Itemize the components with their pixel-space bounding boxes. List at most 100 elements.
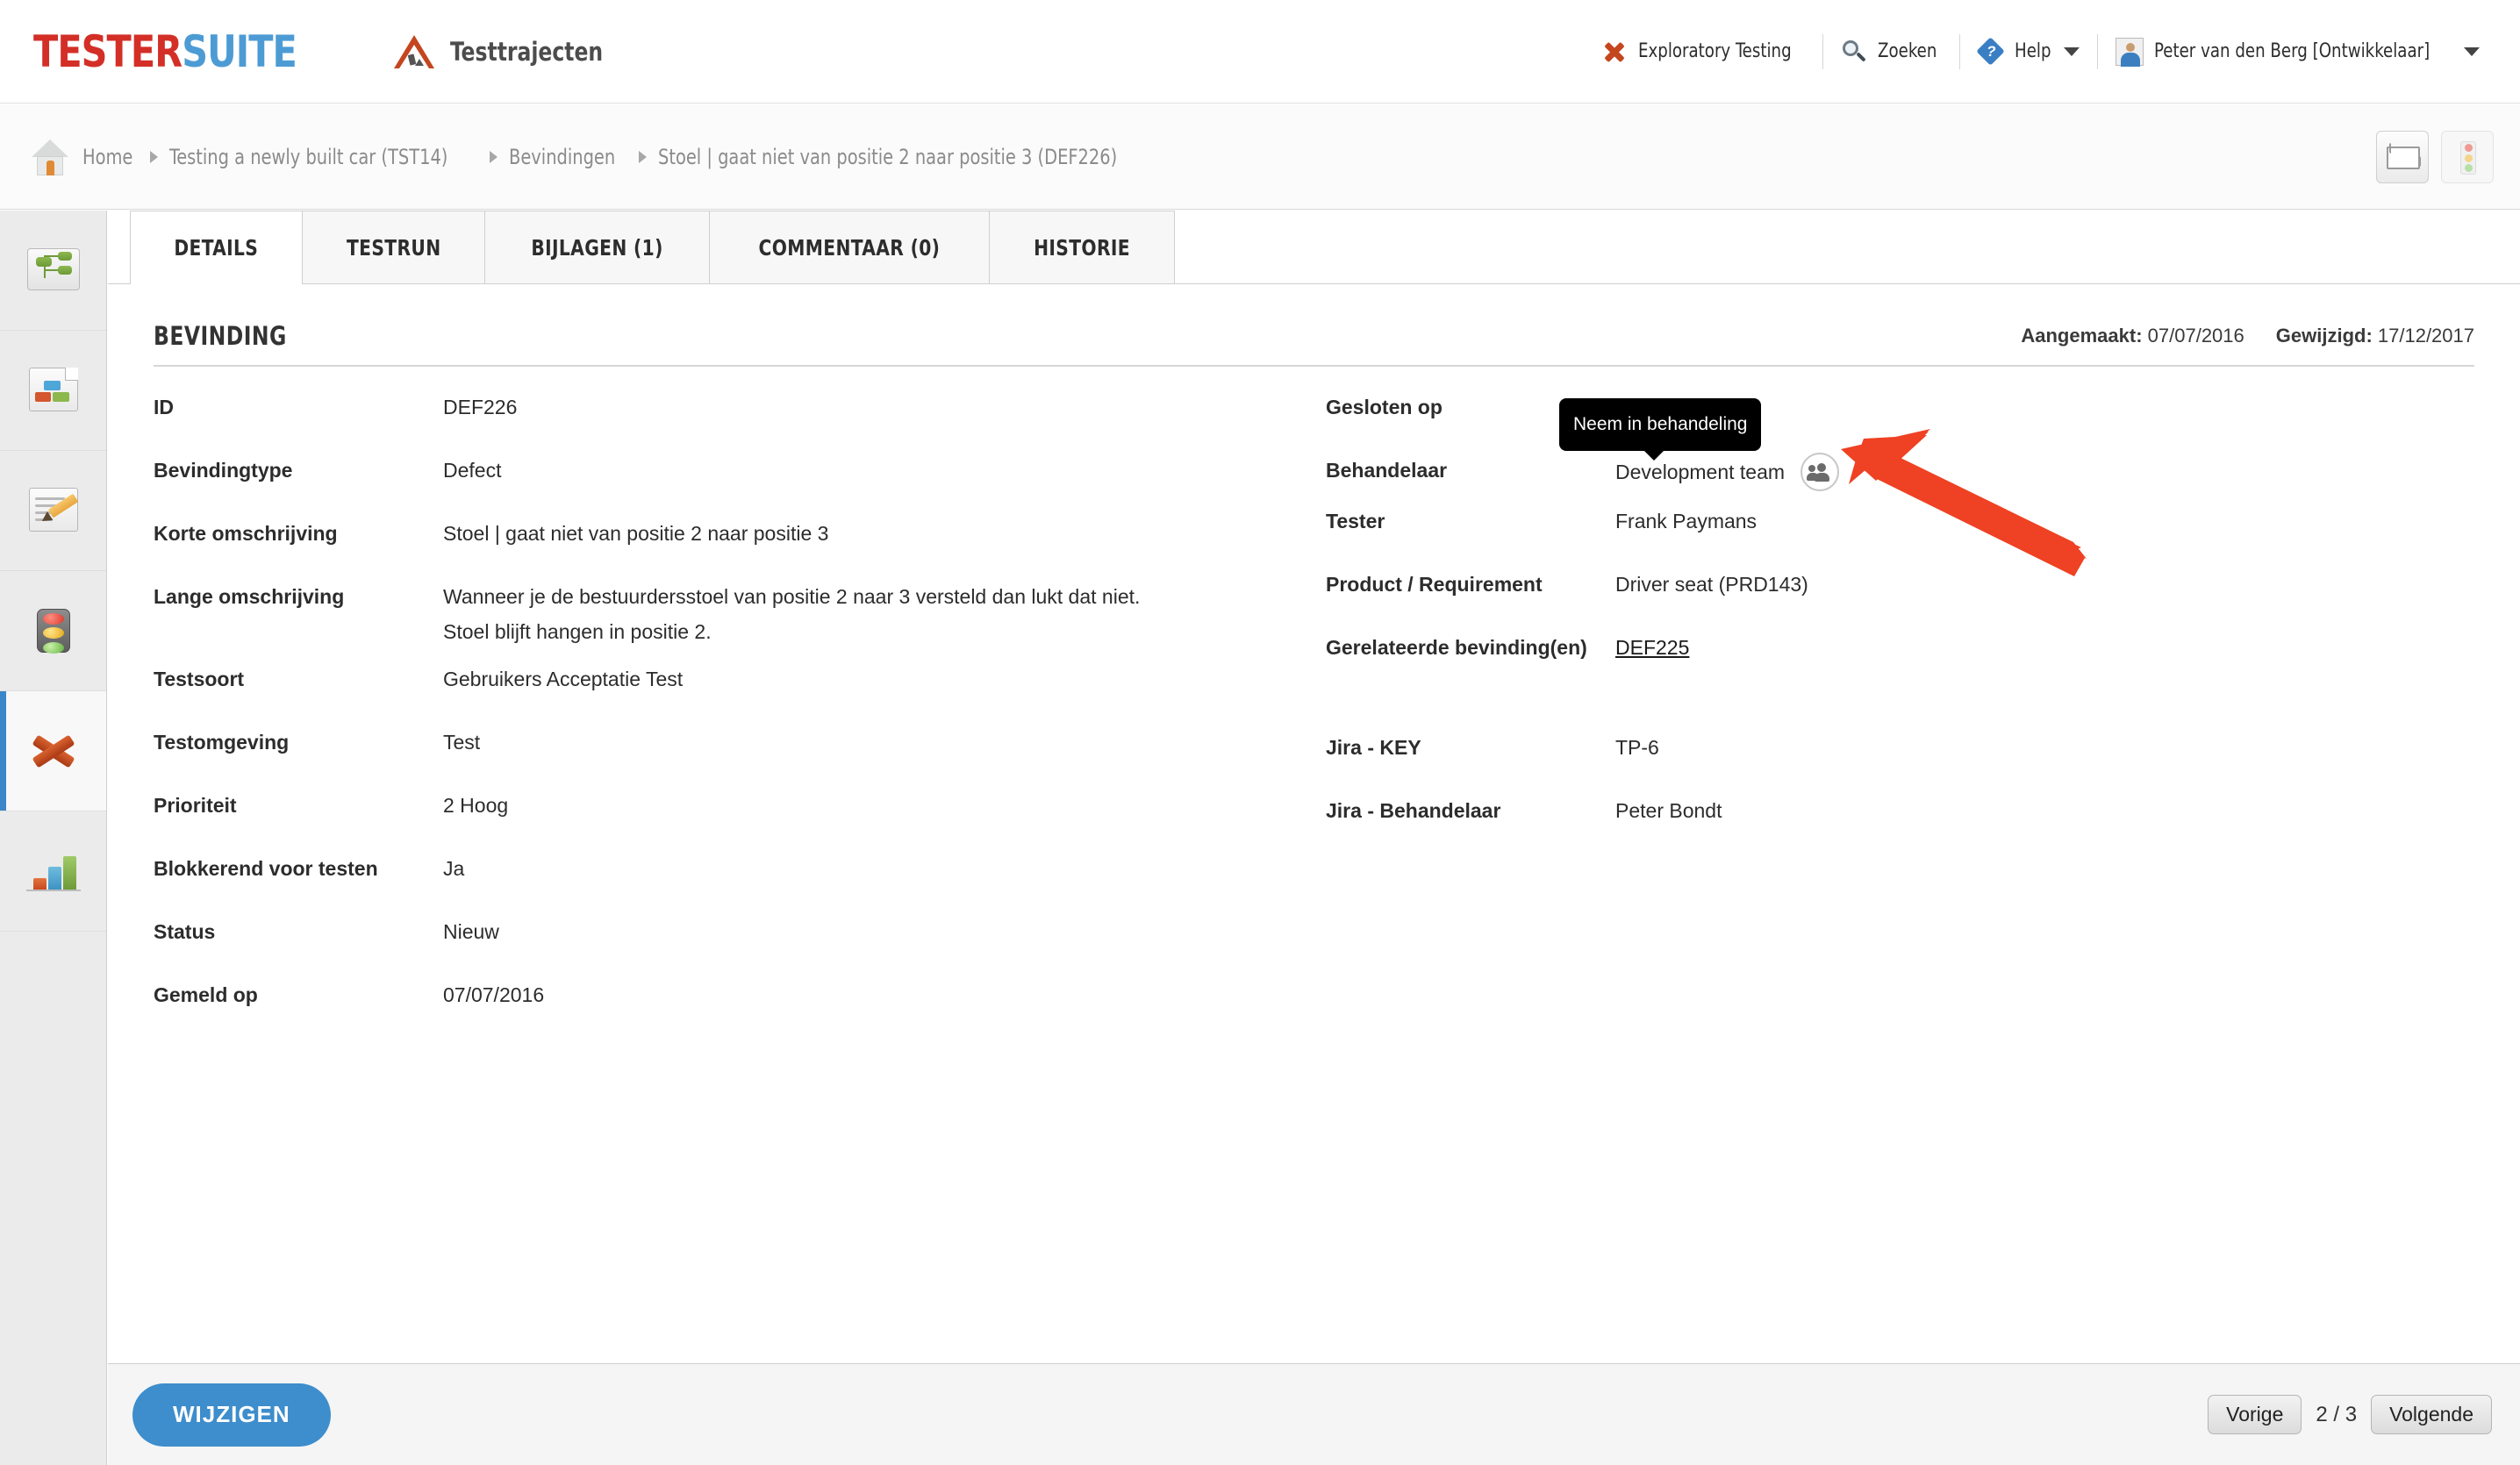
- previous-button[interactable]: Vorige: [2208, 1395, 2302, 1434]
- breadcrumb-separator-icon: [639, 150, 648, 163]
- field-id-value: DEF226: [443, 396, 518, 418]
- bevinding-panel: BEVINDING Aangemaakt: 07/07/2016 Gewijzi…: [108, 284, 2520, 1025]
- field-jira-key-value: TP-6: [1615, 736, 1659, 759]
- field-status-value: Nieuw: [443, 920, 499, 943]
- created-value: 07/07/2016: [2147, 325, 2244, 347]
- created-label: Aangemaakt:: [2021, 325, 2143, 347]
- tab-historie[interactable]: HISTORIE: [988, 211, 1175, 283]
- field-behandelaar-value: Development team: [1615, 461, 1786, 483]
- field-product-requirement-value: Driver seat (PRD143): [1615, 573, 1808, 596]
- detail-column-left: ID DEF226 Bevindingtype Defect Korte oms…: [154, 389, 1310, 1025]
- field-jira-behandelaar-label: Jira - Behandelaar: [1326, 799, 1501, 822]
- field-behandelaar: Behandelaar Development team Neem in beh…: [1326, 398, 2466, 491]
- sidebar-item-testrun[interactable]: [0, 571, 106, 691]
- app-window: TESTERSUITE Testtrajecten Exploratory Te…: [0, 0, 2520, 1465]
- modified-value: 17/12/2017: [2377, 325, 2474, 347]
- sidebar-item-testontwerp[interactable]: [0, 451, 106, 571]
- field-tester-value: Frank Paymans: [1615, 510, 1758, 532]
- edit-button[interactable]: WIJZIGEN: [132, 1383, 331, 1447]
- footer-bar: WIJZIGEN Vorige 2 / 3 Volgende: [108, 1363, 2520, 1465]
- breadcrumb-actions: [2376, 130, 2494, 183]
- nav-user-menu[interactable]: Peter van den Berg [Ontwikkelaar]: [2098, 32, 2497, 71]
- field-jira-behandelaar: Jira - Behandelaar Peter Bondt: [1326, 793, 2466, 828]
- field-gesloten-op: Gesloten op -: [1326, 389, 2466, 425]
- field-gemeld-op-value: 07/07/2016: [443, 983, 545, 1006]
- nav-search[interactable]: Zoeken: [1823, 32, 1959, 71]
- bar-chart-icon: [25, 846, 82, 897]
- app-logo[interactable]: TESTERSUITE: [33, 26, 297, 77]
- search-icon: [1841, 39, 1867, 65]
- pagination: Vorige 2 / 3 Volgende: [2208, 1395, 2492, 1434]
- tree-icon: [25, 245, 82, 296]
- field-testomgeving-label: Testomgeving: [154, 731, 290, 754]
- field-lange-omschrijving-value: Wanneer je de bestuurdersstoel van posit…: [443, 579, 1140, 649]
- field-status: Status Nieuw: [154, 914, 1310, 949]
- take-in-treatment-button[interactable]: Neem in behandeling: [1559, 398, 1840, 491]
- next-button[interactable]: Volgende: [2371, 1395, 2492, 1434]
- field-blokkerend-value: Ja: [443, 857, 465, 880]
- module-indicator[interactable]: Testtrajecten: [393, 33, 619, 70]
- field-testsoort-value: Gebruikers Acceptatie Test: [443, 668, 684, 690]
- tab-testrun[interactable]: TESTRUN: [301, 211, 486, 283]
- field-testsoort-label: Testsoort: [154, 668, 245, 690]
- field-jira-behandelaar-value: Peter Bondt: [1615, 799, 1722, 822]
- field-jira-key-label: Jira - KEY: [1326, 736, 1421, 759]
- field-tester-label: Tester: [1326, 510, 1385, 532]
- field-lange-omschrijving: Lange omschrijving Wanneer je de bestuur…: [154, 579, 1310, 649]
- breadcrumb-section[interactable]: Bevindingen: [509, 145, 615, 169]
- field-gerelateerde-bevindingen-label: Gerelateerde bevinding(en): [1326, 636, 1587, 659]
- field-bevindingtype-label: Bevindingtype: [154, 459, 293, 482]
- field-product-requirement-label: Product / Requirement: [1326, 573, 1543, 596]
- field-status-label: Status: [154, 920, 216, 943]
- envelope-icon: [2387, 146, 2420, 169]
- page-title: BEVINDING: [154, 321, 287, 351]
- detail-columns: ID DEF226 Bevindingtype Defect Korte oms…: [108, 367, 2520, 1025]
- tab-bar: DETAILS TESTRUN BIJLAGEN (1) COMMENTAAR …: [108, 211, 2520, 284]
- tab-bijlagen[interactable]: BIJLAGEN (1): [484, 211, 711, 283]
- tooltip-neem-in-behandeling: Neem in behandeling: [1559, 398, 1762, 461]
- related-finding-link[interactable]: DEF225: [1615, 636, 1689, 659]
- breadcrumb-project[interactable]: Testing a newly built car (TST14): [169, 145, 447, 169]
- sidebar-item-testgevallen[interactable]: [0, 331, 106, 451]
- breadcrumb-separator-icon: [490, 150, 498, 163]
- field-behandelaar-value-group: Development team Neem in behandeling: [1559, 398, 1840, 491]
- breadcrumb-home[interactable]: Home: [82, 145, 132, 169]
- field-gemeld-op: Gemeld op 07/07/2016: [154, 977, 1310, 1012]
- field-korte-omschrijving: Korte omschrijving Stoel | gaat niet van…: [154, 516, 1310, 551]
- created-meta: Aangemaakt: 07/07/2016: [2021, 325, 2244, 347]
- logo-text-primary: TESTER: [33, 25, 183, 77]
- home-icon[interactable]: [32, 138, 68, 176]
- field-testomgeving-value: Test: [443, 731, 481, 754]
- chevron-down-icon: [2064, 46, 2080, 56]
- document-pencil-icon: [25, 485, 82, 536]
- nav-help-label: Help: [2015, 40, 2051, 62]
- sidebar-item-bevindingen[interactable]: [0, 691, 106, 811]
- field-bevindingtype: Bevindingtype Defect: [154, 453, 1310, 488]
- field-bevindingtype-value: Defect: [443, 459, 502, 482]
- panel-header: BEVINDING Aangemaakt: 07/07/2016 Gewijzi…: [125, 321, 2502, 351]
- field-behandelaar-label: Behandelaar: [1326, 459, 1448, 482]
- field-id: ID DEF226: [154, 389, 1310, 425]
- traffic-light-icon: [2460, 140, 2476, 175]
- long-description-line-2: Stoel blijft hangen in positie 2.: [443, 620, 712, 643]
- sidebar-item-structuur[interactable]: [0, 211, 106, 331]
- field-gerelateerde-bevindingen: Gerelateerde bevinding(en) DEF225: [1326, 630, 2466, 665]
- top-bar: TESTERSUITE Testtrajecten Exploratory Te…: [0, 0, 2520, 104]
- mail-button[interactable]: [2376, 130, 2429, 183]
- logo-text-secondary: SUITE: [182, 25, 297, 77]
- tab-details[interactable]: DETAILS: [130, 211, 303, 284]
- nav-exploratory-testing[interactable]: Exploratory Testing: [1584, 32, 1822, 71]
- field-tester: Tester Frank Paymans: [1326, 504, 2466, 539]
- x-mark-icon: [25, 725, 82, 776]
- tab-commentaar[interactable]: COMMENTAAR (0): [709, 211, 990, 283]
- field-product-requirement: Product / Requirement Driver seat (PRD14…: [1326, 567, 2466, 602]
- document-blocks-icon: [25, 365, 82, 416]
- field-jira-key: Jira - KEY TP-6: [1326, 730, 2466, 765]
- traffic-light-icon: [25, 605, 82, 656]
- sidebar-item-rapportage[interactable]: [0, 811, 106, 932]
- nav-help[interactable]: ? Help: [1960, 32, 2097, 71]
- field-korte-omschrijving-label: Korte omschrijving: [154, 522, 338, 545]
- field-blokkerend: Blokkerend voor testen Ja: [154, 851, 1310, 886]
- status-button[interactable]: [2441, 130, 2494, 183]
- help-icon: ?: [1976, 36, 2006, 66]
